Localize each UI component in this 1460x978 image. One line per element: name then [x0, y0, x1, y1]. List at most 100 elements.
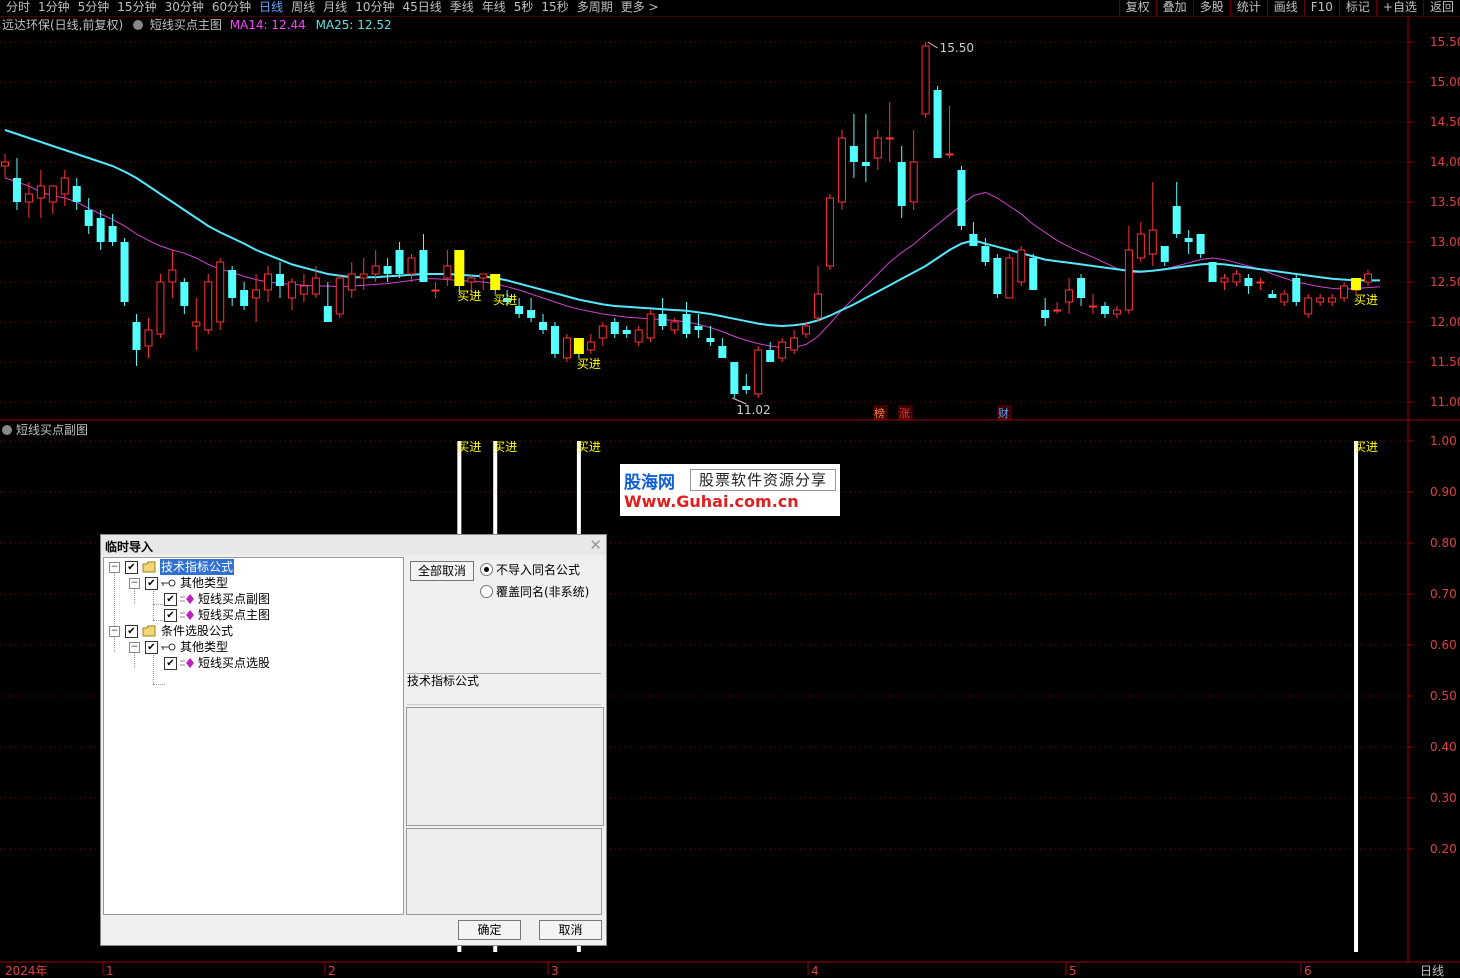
candle-body-down: [933, 90, 942, 158]
candle: [12, 158, 21, 210]
candle-body-down: [275, 274, 284, 286]
candle: [742, 374, 751, 394]
checkbox-checked-icon[interactable]: ✔: [125, 561, 138, 574]
unselect-all-button[interactable]: 全部取消: [410, 561, 474, 581]
tree-node-screening-formulas[interactable]: − ✔ 条件选股公式: [104, 623, 394, 639]
candle-body-up: [156, 281, 165, 335]
candle-body-up: [1, 161, 9, 167]
y-axis-label: 11.50: [1430, 355, 1460, 369]
candle: [1232, 270, 1241, 286]
checkbox-checked-icon[interactable]: ✔: [164, 593, 177, 606]
period-tab[interactable]: 5秒: [510, 0, 538, 16]
stock-title[interactable]: 远达环保(日线,前复权): [2, 18, 123, 32]
radio-overwrite-label[interactable]: 覆盖同名(非系统): [496, 583, 589, 600]
tool-button[interactable]: 统计: [1229, 0, 1267, 16]
checkbox-checked-icon[interactable]: ✔: [164, 657, 177, 670]
candle: [431, 282, 440, 298]
candle: [407, 254, 416, 282]
period-tab[interactable]: 分时: [2, 0, 34, 16]
tree-node-indicator-formulas[interactable]: − ✔ 技术指标公式: [104, 559, 394, 575]
candle-body-down: [849, 146, 858, 162]
candle: [825, 194, 834, 270]
period-tab[interactable]: 周线: [287, 0, 319, 16]
candle: [586, 334, 595, 354]
close-icon[interactable]: ✕: [589, 536, 602, 554]
candle: [849, 114, 858, 178]
dialog-titlebar[interactable]: 临时导入 ✕: [101, 535, 606, 555]
collapse-icon[interactable]: −: [129, 578, 140, 589]
candle: [790, 330, 799, 354]
period-tab[interactable]: 更多 >: [617, 0, 663, 16]
collapse-icon[interactable]: −: [129, 642, 140, 653]
subchart-indicator-name[interactable]: 短线买点副图: [16, 423, 88, 437]
radio-overwrite[interactable]: [480, 585, 493, 598]
indicator-menu-icon[interactable]: [133, 20, 144, 30]
period-tab[interactable]: 60分钟: [208, 0, 255, 16]
candle: [1124, 226, 1133, 314]
candlestick-layer: [1, 42, 1372, 398]
tool-button[interactable]: F10: [1303, 0, 1339, 16]
tool-button[interactable]: 多股: [1192, 0, 1230, 16]
tool-button[interactable]: +自选: [1375, 0, 1423, 16]
radio-skip-duplicates[interactable]: [480, 563, 493, 576]
period-tab[interactable]: 30分钟: [161, 0, 208, 16]
candle-body-down: [861, 162, 870, 166]
tool-button[interactable]: 画线: [1266, 0, 1304, 16]
period-tab[interactable]: 月线: [319, 0, 351, 16]
candle: [1077, 274, 1086, 306]
tool-button[interactable]: 返回: [1422, 0, 1460, 16]
candle-body-up: [48, 185, 57, 203]
cancel-button[interactable]: 取消: [539, 920, 602, 940]
sub-y-axis-label: 1.00: [1430, 434, 1457, 448]
candle-body-up: [1364, 273, 1372, 283]
candle: [1041, 298, 1050, 326]
subchart-menu-icon[interactable]: [2, 425, 12, 435]
tool-button[interactable]: 复权: [1118, 0, 1156, 16]
period-tab[interactable]: 年线: [478, 0, 510, 16]
tool-button[interactable]: 标记: [1338, 0, 1376, 16]
checkbox-checked-icon[interactable]: ✔: [145, 641, 158, 654]
tree-node-other-type-2[interactable]: − ✔ 其他类型: [104, 639, 394, 655]
candle: [622, 326, 631, 338]
tree-label-other-type: 其他类型: [180, 640, 229, 654]
checkbox-checked-icon[interactable]: ✔: [164, 609, 177, 622]
candle: [1017, 246, 1026, 286]
tree-node-mainchart-formula[interactable]: ✔ 短线买点主图: [104, 607, 394, 623]
tool-button[interactable]: 叠加: [1155, 0, 1193, 16]
candle-body-up: [1256, 281, 1265, 284]
candle-body-down: [419, 250, 428, 282]
sub-y-axis-label: 0.60: [1430, 638, 1457, 652]
tree-node-screening-formula[interactable]: ✔ 短线买点选股: [104, 655, 394, 671]
candle-body-up: [347, 273, 356, 291]
period-tab[interactable]: 多周期: [573, 0, 617, 16]
period-tab[interactable]: 15秒: [537, 0, 572, 16]
period-tab[interactable]: 季线: [446, 0, 478, 16]
candle-body-down: [96, 218, 105, 242]
candle: [1089, 294, 1098, 314]
period-tab[interactable]: 日线: [255, 0, 287, 16]
candle-body-down: [1208, 262, 1217, 282]
radio-skip-duplicates-label[interactable]: 不导入同名公式: [496, 561, 580, 578]
tree-label-other-type: 其他类型: [180, 576, 229, 590]
period-tab[interactable]: 1分钟: [34, 0, 74, 16]
checkbox-checked-icon[interactable]: ✔: [125, 625, 138, 638]
ok-button[interactable]: 确定: [458, 920, 521, 940]
candle-body-up: [252, 289, 261, 299]
period-tab[interactable]: 5分钟: [74, 0, 114, 16]
collapse-icon[interactable]: −: [109, 626, 120, 637]
tree-node-subchart-formula[interactable]: ✔ 短线买点副图: [104, 591, 394, 607]
candle-body-up: [1112, 309, 1121, 315]
period-tab[interactable]: 15分钟: [113, 0, 160, 16]
indicator-name[interactable]: 短线买点主图: [150, 18, 222, 32]
period-tab[interactable]: 45日线: [398, 0, 445, 16]
candle: [1292, 274, 1301, 306]
checkbox-checked-icon[interactable]: ✔: [145, 577, 158, 590]
candle-body-up: [1220, 277, 1229, 283]
period-tab[interactable]: 10分钟: [351, 0, 398, 16]
candle: [1340, 282, 1349, 302]
candle-body-up: [1232, 273, 1241, 283]
collapse-icon[interactable]: −: [109, 562, 120, 573]
candle-body-down: [132, 322, 141, 350]
tree-node-other-type-1[interactable]: − ✔ 其他类型: [104, 575, 394, 591]
candle-body-down: [993, 258, 1002, 294]
